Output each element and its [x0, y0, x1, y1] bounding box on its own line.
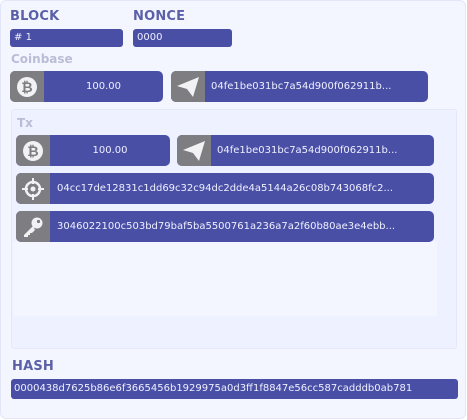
- crosshair-icon: [16, 173, 50, 204]
- coinbase-recipient-field[interactable]: 04fe1be031bc7a54d900f062911b...: [171, 71, 428, 102]
- svg-text:₿: ₿: [21, 80, 32, 96]
- tx-sender-field[interactable]: 04cc17de12831c1dd69c32c94dc2dde4a5144a26…: [16, 173, 434, 204]
- coinbase-amount-field[interactable]: ₿ 100.00: [10, 71, 163, 102]
- tx-recipient-value: 04fe1be031bc7a54d900f062911b...: [217, 145, 398, 156]
- tx-label: Tx: [17, 116, 33, 130]
- nonce-label: NONCE: [133, 9, 186, 24]
- tx-recipient-field[interactable]: 04fe1be031bc7a54d900f062911b...: [177, 135, 434, 166]
- tx-signature-field[interactable]: 3046022100c503bd79baf5ba5500761a236a7a2f…: [16, 211, 434, 242]
- hash-label: HASH: [12, 359, 54, 374]
- tx-amount-value: 100.00: [92, 145, 128, 156]
- block-label: BLOCK: [10, 9, 60, 24]
- key-icon: [16, 211, 50, 242]
- coinbase-label: Coinbase: [11, 52, 73, 66]
- tx-signature-value: 3046022100c503bd79baf5ba5500761a236a7a2f…: [57, 221, 396, 232]
- coinbase-recipient-value: 04fe1be031bc7a54d900f062911b...: [211, 81, 392, 92]
- tx-amount-field[interactable]: ₿ 100.00: [16, 135, 170, 166]
- bitcoin-icon: ₿: [10, 71, 44, 102]
- block-number-value: 1: [25, 32, 32, 43]
- nonce-input[interactable]: 0000: [133, 29, 232, 47]
- coinbase-amount-value: 100.00: [86, 81, 121, 92]
- tx-sender-value: 04cc17de12831c1dd69c32c94dc2dde4a5144a26…: [57, 183, 393, 194]
- block-card: BLOCK # 1 NONCE 0000 Coinbase ₿ 100.00 0…: [0, 0, 466, 419]
- bitcoin-icon: ₿: [16, 135, 50, 166]
- hash-value[interactable]: 0000438d7625b86e6f3665456b1929975a0d3ff1…: [11, 379, 458, 399]
- paper-plane-icon: [171, 71, 205, 102]
- paper-plane-icon: [177, 135, 211, 166]
- tx-panel-area: [13, 241, 437, 316]
- block-number-input[interactable]: # 1: [10, 29, 123, 47]
- block-prefix: #: [14, 32, 23, 43]
- svg-text:₿: ₿: [27, 144, 38, 160]
